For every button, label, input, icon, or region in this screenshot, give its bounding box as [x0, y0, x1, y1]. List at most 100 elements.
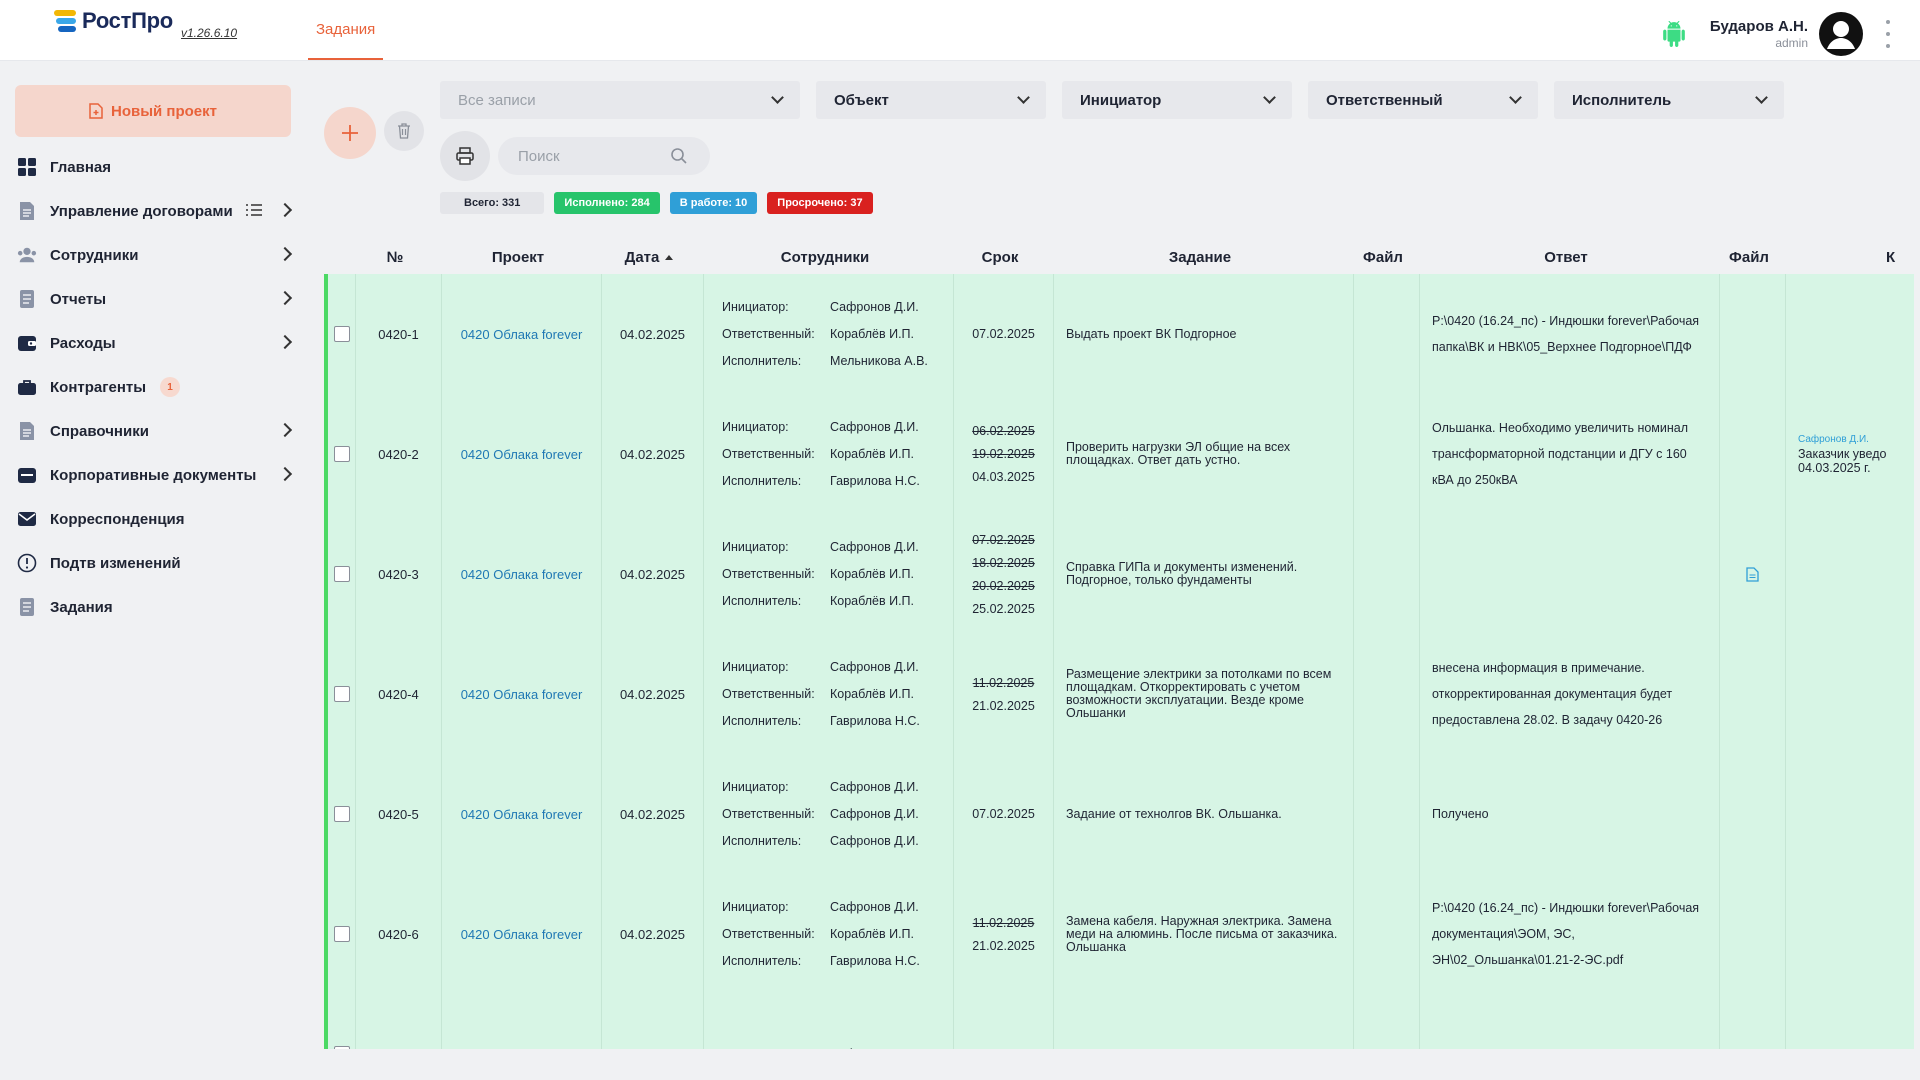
role-label-initiator: Инициатор:: [722, 420, 789, 434]
col-num[interactable]: №: [352, 241, 438, 273]
col-comment[interactable]: К: [1782, 241, 1914, 273]
sidebar-item-reports[interactable]: Отчеты: [0, 277, 306, 321]
project-link[interactable]: 0420 Облака forever: [442, 274, 602, 394]
executor-name: Гаврилова Н.С.: [830, 954, 920, 968]
android-icon[interactable]: [1661, 21, 1687, 47]
sidebar-item-contracts[interactable]: Управление договорами: [0, 189, 306, 233]
project-link[interactable]: [442, 994, 602, 1049]
col-task[interactable]: Задание: [1050, 241, 1350, 273]
sidebar-item-correspondence[interactable]: Корреспонденция: [0, 497, 306, 541]
role-label-responsible: Ответственный:: [722, 327, 815, 341]
employees-cell: Инициатор: Сафронов Д.И. Ответственный: Кор…: [704, 514, 954, 634]
col-employees[interactable]: Сотрудники: [700, 241, 950, 273]
print-button[interactable]: [440, 131, 490, 181]
comment-cell: [1786, 874, 1914, 994]
table-row[interactable]: 0420-3 0420 Облака forever 04.02.2025 Иници…: [324, 514, 1914, 634]
table-row[interactable]: 0420-1 0420 Облака forever 04.02.2025 Иници…: [324, 274, 1914, 394]
sidebar-item-expenses[interactable]: Расходы: [0, 321, 306, 365]
stat-in-work[interactable]: В работе: 10: [669, 192, 758, 214]
chevron-down-icon: [1755, 91, 1768, 104]
sidebar-item-counterparties[interactable]: Контрагенты 1: [0, 365, 306, 409]
task-description: Замена кабеля. Наружная электрика. Замен…: [1054, 874, 1354, 994]
answer-file-cell: [1720, 394, 1786, 514]
records-filter-select[interactable]: Все записи: [440, 81, 800, 119]
col-file2[interactable]: Файл: [1716, 241, 1782, 273]
project-link[interactable]: 0420 Облака forever: [442, 874, 602, 994]
delete-button[interactable]: [384, 111, 424, 151]
row-checkbox[interactable]: [333, 446, 350, 462]
sidebar-item-tasks[interactable]: Задания: [0, 585, 306, 629]
stat-done[interactable]: Исполнено: 284: [554, 192, 660, 214]
project-link[interactable]: 0420 Облака forever: [442, 634, 602, 754]
employees-cell: Инициатор: Сафронов Д.И. Ответственный: Кор…: [704, 274, 954, 394]
sidebar-item-home[interactable]: Главная: [0, 145, 306, 189]
sidebar-item-corporate-docs[interactable]: Корпоративные документы: [0, 453, 306, 497]
responsible-filter-select[interactable]: Ответственный: [1308, 81, 1538, 119]
add-task-button[interactable]: [324, 107, 376, 159]
task-description: [1054, 994, 1354, 1049]
due-date-previous: 19.02.2025: [972, 447, 1035, 461]
chevron-right-icon: [277, 422, 293, 438]
due-cell: 11.02.2025 21.02.2025: [954, 874, 1054, 994]
executor-name: Кораблёв И.П.: [830, 594, 915, 608]
answer-file-cell: [1720, 754, 1786, 874]
row-checkbox[interactable]: [333, 566, 350, 582]
task-file-cell: [1354, 394, 1420, 514]
answer-file-cell: [1720, 274, 1786, 394]
table-row[interactable]: 0420-5 0420 Облака forever 04.02.2025 Иници…: [324, 754, 1914, 874]
col-file[interactable]: Файл: [1350, 241, 1416, 273]
table-row[interactable]: 0420-6 0420 Облака forever 04.02.2025 Иници…: [324, 874, 1914, 994]
comment-text: Заказчик уведо 04.03.2025 г.: [1798, 447, 1887, 475]
col-date[interactable]: Дата: [598, 241, 700, 273]
row-checkbox[interactable]: [333, 1046, 350, 1049]
project-link[interactable]: 0420 Облака forever: [442, 514, 602, 634]
object-filter-value: Объект: [834, 91, 889, 109]
logo[interactable]: РостПро: [52, 8, 173, 34]
tab-tasks[interactable]: Задания: [308, 0, 384, 60]
new-project-button[interactable]: Новый проект: [15, 85, 291, 137]
task-file-cell: [1354, 634, 1420, 754]
due-date-current: 21.02.2025: [972, 698, 1035, 713]
row-checkbox[interactable]: [333, 326, 350, 342]
comment-cell: [1786, 274, 1914, 394]
col-due[interactable]: Срок: [950, 241, 1050, 273]
col-project[interactable]: Проект: [438, 241, 598, 273]
stat-overdue[interactable]: Просрочено: 37: [767, 192, 873, 214]
project-link[interactable]: 0420 Облака forever: [442, 394, 602, 514]
search-icon[interactable]: [670, 147, 688, 165]
user-role: admin: [1775, 36, 1808, 50]
stat-total[interactable]: Всего: 331: [440, 192, 545, 214]
user-avatar-icon: [1820, 13, 1862, 55]
table-row[interactable]: 0420-4 0420 Облака forever 04.02.2025 Иници…: [324, 634, 1914, 754]
app-version[interactable]: v1.26.6.10: [181, 26, 237, 40]
printer-icon: [456, 147, 474, 165]
sidebar-item-employees[interactable]: Сотрудники: [0, 233, 306, 277]
object-filter-select[interactable]: Объект: [816, 81, 1046, 119]
sidebar: Новый проект Главная Управление договора…: [0, 61, 306, 1080]
list-icon[interactable]: [246, 203, 262, 217]
initiator-name: Сафронов Д.И.: [830, 780, 919, 794]
initiator-name: Сафронов Д.И.: [830, 1047, 919, 1049]
chevron-right-icon: [277, 246, 293, 262]
sidebar-item-directories[interactable]: Справочники: [0, 409, 306, 453]
search-input[interactable]: Поиск: [498, 137, 710, 175]
initiator-name: Сафронов Д.И.: [830, 660, 919, 674]
due-date-previous: 11.02.2025: [972, 915, 1035, 930]
row-checkbox[interactable]: [333, 686, 350, 702]
comment-author[interactable]: Сафронов Д.И.: [1798, 433, 1869, 447]
more-menu-icon[interactable]: [1885, 20, 1891, 48]
initiator-filter-select[interactable]: Инициатор: [1062, 81, 1292, 119]
search-placeholder: Поиск: [518, 147, 560, 165]
table-row[interactable]: 0420-2 0420 Облака forever 04.02.2025 Иници…: [324, 394, 1914, 514]
row-checkbox[interactable]: [333, 926, 350, 942]
row-checkbox[interactable]: [333, 806, 350, 822]
project-link[interactable]: 0420 Облака forever: [442, 754, 602, 874]
col-answer[interactable]: Ответ: [1416, 241, 1716, 273]
executor-filter-select[interactable]: Исполнитель: [1554, 81, 1784, 119]
row-select-cell: [328, 634, 356, 754]
executor-name: Сафронов Д.И.: [830, 834, 919, 848]
table-row[interactable]: Инициатор:Сафронов Д.И. Полученно. Разъяс…: [324, 994, 1914, 1049]
avatar[interactable]: [1819, 12, 1863, 56]
file-attachment-icon[interactable]: [1746, 566, 1759, 582]
sidebar-item-change-confirm[interactable]: Подтв изменений: [0, 541, 306, 585]
